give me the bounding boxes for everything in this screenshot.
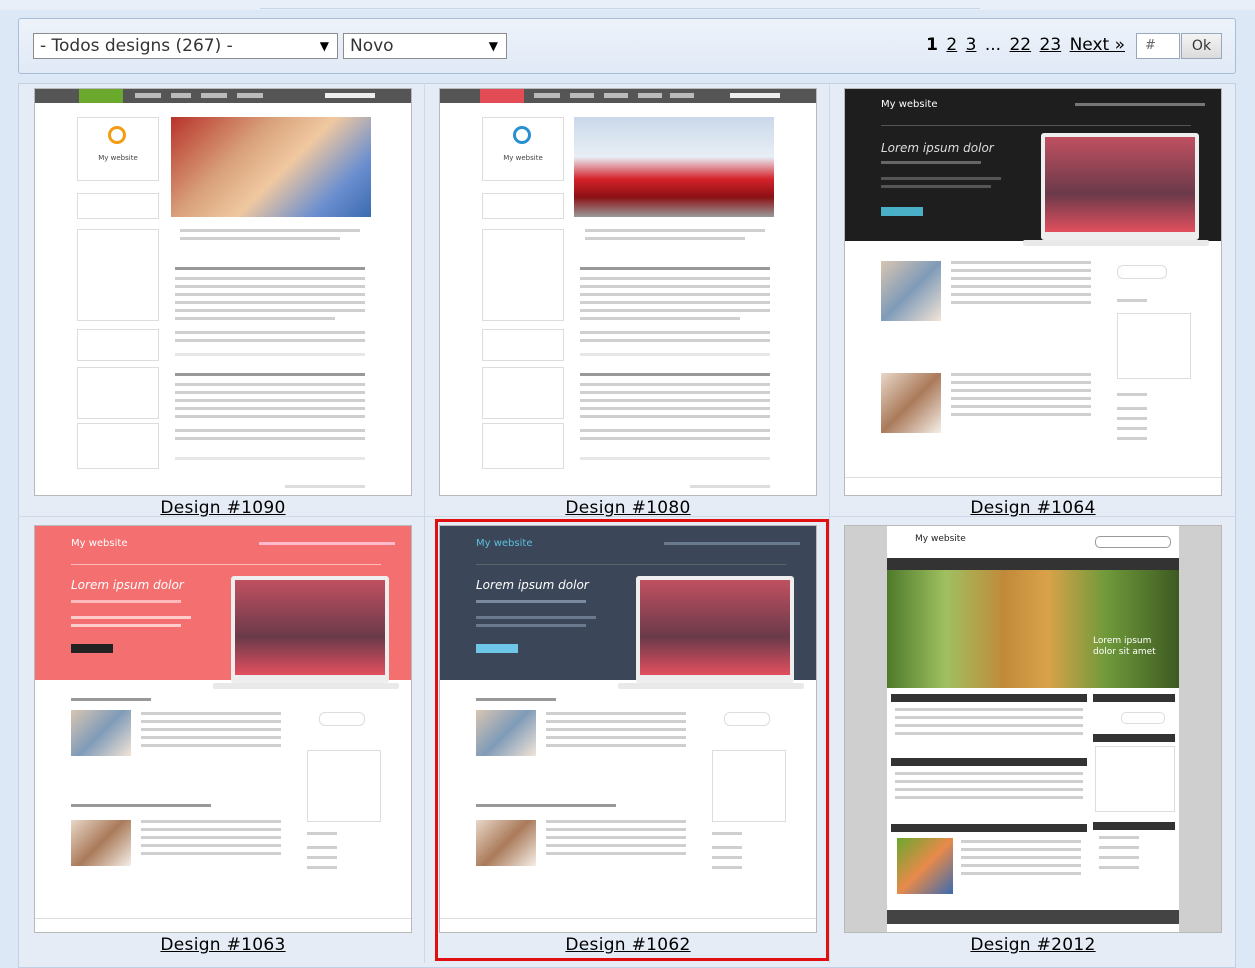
design-card[interactable]: My website Design #1090 — [34, 88, 412, 524]
thumb-site-title: My website — [503, 154, 543, 162]
next-page-link[interactable]: Next » — [1070, 35, 1125, 55]
thumb-site-title: My website — [881, 99, 938, 110]
sort-select[interactable]: Novo ▼ — [343, 33, 507, 59]
design-thumbnail[interactable]: My website Lorem ipsum dolor — [439, 525, 817, 933]
dog-photo — [887, 570, 1179, 688]
design-caption[interactable]: Design #1080 — [439, 498, 817, 518]
current-page: 1 — [926, 35, 938, 55]
thumb-hero-heading: Lorem ipsum dolor — [476, 578, 589, 592]
pagination-ellipsis: ... — [984, 35, 1002, 55]
top-divider — [0, 0, 1255, 10]
category-select-value: - Todos designs (267) - — [40, 36, 233, 56]
pagination: 1 2 3 ... 22 23 Next » — [926, 33, 1125, 57]
category-select[interactable]: - Todos designs (267) - ▼ — [33, 33, 338, 59]
design-thumbnail[interactable]: My website Lorem ipsum dolor sit amet — [844, 525, 1222, 933]
sort-select-value: Novo — [350, 36, 394, 56]
car-photo — [574, 117, 774, 217]
design-thumbnail[interactable]: My website Lorem ipsum dolor — [34, 525, 412, 933]
chevron-down-icon: ▼ — [319, 39, 329, 53]
thumb-site-title: My website — [476, 538, 533, 549]
page-link-22[interactable]: 22 — [1009, 35, 1031, 55]
thumb-site-title: My website — [71, 538, 128, 549]
grid-divider — [829, 83, 830, 963]
design-thumbnail[interactable]: My website — [34, 88, 412, 496]
grid-divider — [424, 83, 425, 963]
design-caption[interactable]: Design #1063 — [34, 935, 412, 955]
children-photo — [171, 117, 371, 217]
design-caption[interactable]: Design #1090 — [34, 498, 412, 518]
page-link-23[interactable]: 23 — [1040, 35, 1062, 55]
design-card-selected[interactable]: My website Lorem ipsum dolor Design #106… — [435, 519, 829, 961]
page-link-2[interactable]: 2 — [946, 35, 957, 55]
goto-page-button[interactable]: Ok — [1181, 33, 1222, 59]
thumb-site-title: My website — [98, 154, 138, 162]
design-card[interactable]: My website Lorem ipsum dolor Design #106… — [34, 525, 412, 961]
thumb-hero-heading: Lorem ipsum dolor — [881, 141, 994, 155]
design-thumbnail[interactable]: My website — [439, 88, 817, 496]
thumb-hero-heading: Lorem ipsum dolor sit amet — [1093, 636, 1156, 657]
design-card[interactable]: My website Design #1080 — [439, 88, 817, 524]
design-card[interactable]: My website Lorem ipsum dolor sit amet De… — [844, 525, 1222, 961]
thumb-hero-heading: Lorem ipsum dolor — [71, 578, 184, 592]
design-caption[interactable]: Design #1062 — [439, 935, 817, 955]
design-card[interactable]: My website Lorem ipsum dolor Design #106… — [844, 88, 1222, 524]
chevron-down-icon: ▼ — [488, 39, 498, 53]
design-caption[interactable]: Design #1064 — [844, 498, 1222, 518]
page-link-3[interactable]: 3 — [966, 35, 977, 55]
page-number-input[interactable]: # — [1136, 33, 1180, 59]
design-caption[interactable]: Design #2012 — [844, 935, 1222, 955]
thumb-site-title: My website — [915, 534, 966, 544]
design-thumbnail[interactable]: My website Lorem ipsum dolor — [844, 88, 1222, 496]
filter-toolbar: - Todos designs (267) - ▼ Novo ▼ 1 2 3 .… — [18, 18, 1236, 74]
